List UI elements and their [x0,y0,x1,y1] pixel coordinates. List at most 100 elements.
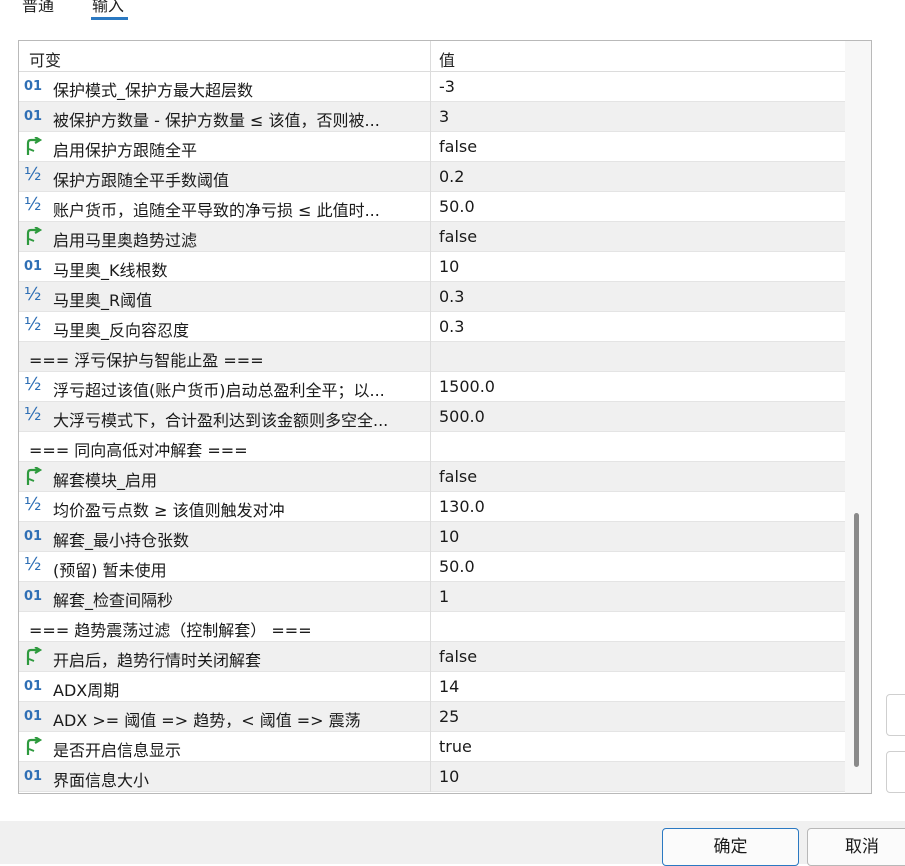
parameter-row[interactable]: 解套模块_启用 false [19,462,845,492]
parameter-value[interactable]: 1500.0 [439,377,495,396]
parameter-value[interactable]: 10 [439,767,459,786]
column-header-value[interactable]: 值 [439,47,455,71]
parameter-name: 被保护方数量 - 保护方数量 ≤ 该值，否则被... [53,111,380,130]
side-panel-button[interactable] [886,751,905,793]
parameter-name: 浮亏超过该值(账户货币)启动总盈利全平；以... [53,381,385,400]
tab-inputs[interactable]: 输入 [92,0,124,16]
parameter-row[interactable]: === 同向高低对冲解套 === [19,432,845,462]
double-type-icon: ½ [24,164,42,185]
cell-divider [430,252,431,282]
int-type-icon: 01 [24,79,43,94]
parameter-row[interactable]: === 趋势震荡过滤（控制解套） === [19,612,845,642]
cell-divider [430,582,431,612]
side-panel-button[interactable] [886,694,905,736]
parameter-name: ADX周期 [53,681,120,700]
parameter-value[interactable]: 130.0 [439,497,485,516]
cell-divider [430,402,431,432]
int-type-icon: 01 [24,589,43,604]
parameter-value[interactable]: false [439,467,477,486]
cancel-button[interactable]: 取消 [807,828,905,866]
parameter-name: 账户货币，追随全平导致的净亏损 ≤ 此值时... [53,201,380,220]
parameter-row[interactable]: 01 保护模式_保护方最大超层数 -3 [19,72,845,102]
parameter-row[interactable]: ½ 保护方跟随全平手数阈值 0.2 [19,162,845,192]
parameter-row[interactable]: 01 ADX周期 14 [19,672,845,702]
column-divider[interactable] [430,41,431,71]
parameter-value[interactable]: 10 [439,527,459,546]
cell-divider [430,132,431,162]
parameter-name: 解套模块_启用 [53,471,158,490]
parameter-row[interactable]: ½ 大浮亏模式下，合计盈利达到该金额则多空全... 500.0 [19,402,845,432]
bool-type-icon [24,137,46,157]
parameter-row[interactable]: 启用保护方跟随全平 false [19,132,845,162]
parameter-row[interactable]: ½ 均价盈亏点数 ≥ 该值则触发对冲 130.0 [19,492,845,522]
parameter-name: 马里奥_R阈值 [53,291,153,310]
double-type-icon: ½ [24,554,42,575]
tab-general[interactable]: 普通 [22,0,54,16]
parameter-row[interactable]: 01 界面信息大小 10 [19,762,845,792]
parameter-row[interactable]: ½ 马里奥_R阈值 0.3 [19,282,845,312]
parameter-value[interactable]: 500.0 [439,407,485,426]
parameter-value[interactable]: 50.0 [439,197,475,216]
double-type-icon: ½ [24,194,42,215]
parameter-row[interactable]: ½ (预留) 暂未使用 50.0 [19,552,845,582]
ok-button[interactable]: 确定 [662,828,799,866]
section-header-label: === 同向高低对冲解套 === [29,441,248,460]
parameter-name: 马里奥_反向容忍度 [53,321,190,340]
parameter-value[interactable]: -3 [439,77,455,96]
parameter-row[interactable]: 是否开启信息显示 true [19,732,845,762]
parameter-row[interactable]: === 浮亏保护与智能止盈 === [19,342,845,372]
parameter-row[interactable]: ½ 账户货币，追随全平导致的净亏损 ≤ 此值时... 50.0 [19,192,845,222]
parameter-value[interactable]: 1 [439,587,449,606]
parameter-row[interactable]: 01 解套_检查间隔秒 1 [19,582,845,612]
parameter-row[interactable]: 01 ADX >= 阈值 => 趋势，< 阈值 => 震荡 25 [19,702,845,732]
parameter-value[interactable]: 0.3 [439,287,464,306]
cell-divider [430,492,431,522]
parameter-row[interactable]: 开启后，趋势行情时关闭解套 false [19,642,845,672]
parameter-name: 启用马里奥趋势过滤 [53,231,198,250]
tab-bar: 普通 输入 [0,0,905,30]
section-header-label: === 趋势震荡过滤（控制解套） === [29,621,312,640]
parameter-value[interactable]: 14 [439,677,459,696]
bool-type-icon [24,467,46,487]
parameter-value[interactable]: false [439,227,477,246]
parameter-value[interactable]: false [439,647,477,666]
cell-divider [430,612,431,642]
parameter-row[interactable]: 01 马里奥_K线根数 10 [19,252,845,282]
int-type-icon: 01 [24,709,43,724]
scrollbar-thumb[interactable] [854,513,859,767]
parameter-value[interactable]: 0.3 [439,317,464,336]
parameter-name: 解套_最小持仓张数 [53,531,190,550]
parameter-row[interactable]: ½ 浮亏超过该值(账户货币)启动总盈利全平；以... 1500.0 [19,372,845,402]
int-type-icon: 01 [24,529,43,544]
grid-header: 可变 值 [19,41,845,72]
cell-divider [430,222,431,252]
parameter-row[interactable]: ½ 马里奥_反向容忍度 0.3 [19,312,845,342]
parameter-name: 解套_检查间隔秒 [53,591,174,610]
cell-divider [430,372,431,402]
parameter-row[interactable]: 01 被保护方数量 - 保护方数量 ≤ 该值，否则被... 3 [19,102,845,132]
column-header-variable[interactable]: 可变 [29,47,61,71]
parameter-name: 开启后，趋势行情时关闭解套 [53,651,262,670]
parameter-name: 是否开启信息显示 [53,741,182,760]
parameter-value[interactable]: 25 [439,707,459,726]
parameter-value[interactable]: 3 [439,107,449,126]
inputs-grid: 可变 值 01 保护模式_保护方最大超层数 -3 01 被保护方数量 - 保护方数量 ≤… [18,40,872,794]
parameter-value[interactable]: 50.0 [439,557,475,576]
double-type-icon: ½ [24,374,42,395]
cell-divider [430,192,431,222]
cell-divider [430,282,431,312]
parameter-name: 保护方跟随全平手数阈值 [53,171,230,190]
parameter-value[interactable]: 0.2 [439,167,464,186]
parameter-value[interactable]: true [439,737,472,756]
parameter-row[interactable]: 启用马里奥趋势过滤 false [19,222,845,252]
cell-divider [430,642,431,672]
parameter-name: 启用保护方跟随全平 [53,141,198,160]
cell-divider [430,72,431,102]
parameter-value[interactable]: 10 [439,257,459,276]
parameter-row[interactable]: 01 解套_最小持仓张数 10 [19,522,845,552]
section-header-label: === 浮亏保护与智能止盈 === [29,351,264,370]
parameter-value[interactable]: false [439,137,477,156]
cell-divider [430,312,431,342]
parameter-name: 马里奥_K线根数 [53,261,168,280]
double-type-icon: ½ [24,284,42,305]
